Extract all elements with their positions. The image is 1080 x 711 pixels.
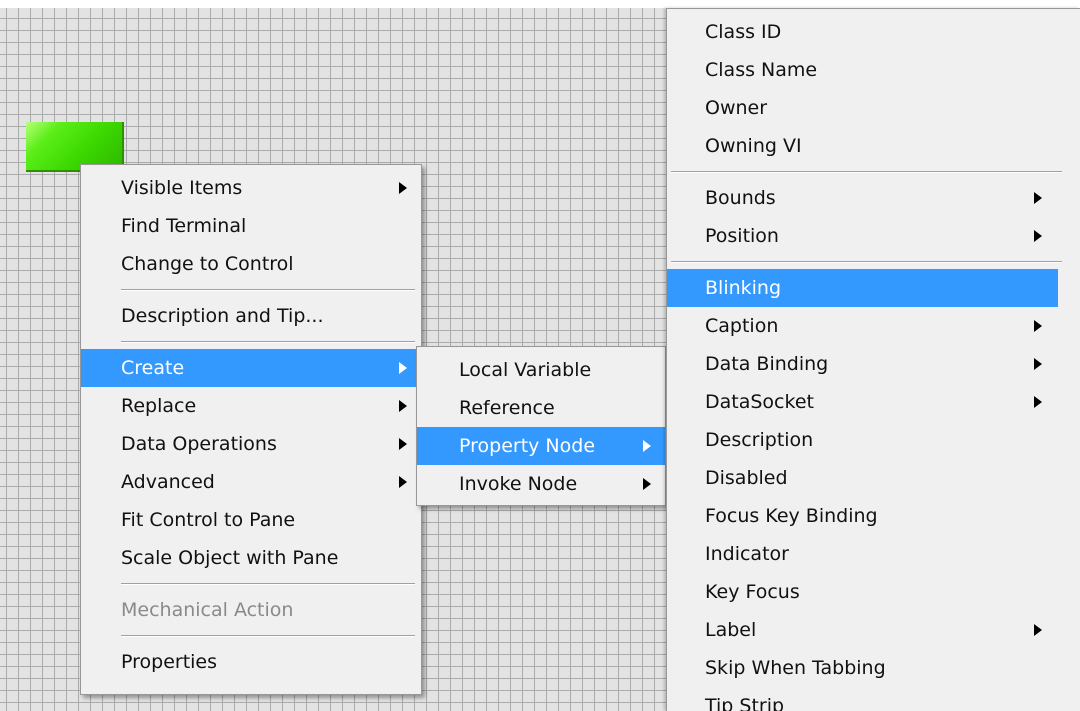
menu-item-focus-key-binding[interactable]: Focus Key Binding: [667, 497, 1080, 535]
menu-item-label: Local Variable: [459, 359, 592, 381]
submenu-arrow-icon: [399, 182, 407, 194]
submenu-arrow-icon: [643, 478, 651, 490]
menu-item-visible-items[interactable]: Visible Items: [81, 169, 421, 207]
menu-item-fit-control-to-pane[interactable]: Fit Control to Pane: [81, 501, 421, 539]
menu-item-description-and-tip[interactable]: Description and Tip...: [81, 297, 421, 335]
menu-item-label: Label: [705, 619, 757, 641]
menu-item-property-node[interactable]: Property Node: [417, 427, 665, 465]
menu-item-label: Caption: [705, 315, 779, 337]
menu-item-replace[interactable]: Replace: [81, 387, 421, 425]
menu-item-change-to-control[interactable]: Change to Control: [81, 245, 421, 283]
submenu-arrow-icon: [1034, 358, 1042, 370]
menu-item-label: Property Node: [459, 435, 596, 457]
submenu-arrow-icon: [1034, 192, 1042, 204]
menu-item-label: Class ID: [705, 21, 782, 43]
menu-item-reference[interactable]: Reference: [417, 389, 665, 427]
menu-separator: [667, 165, 1080, 179]
menu-item-label: Create: [121, 357, 185, 379]
submenu-arrow-icon: [1034, 396, 1042, 408]
menu-item-label: Properties: [121, 651, 218, 673]
create-submenu: Local Variable Reference Property Node I…: [416, 346, 666, 506]
menu-item-label: Indicator: [705, 543, 789, 565]
menu-item-label: Advanced: [121, 471, 215, 493]
top-strip: [0, 0, 1080, 8]
menu-item-label: Data Operations: [121, 433, 277, 455]
submenu-arrow-icon: [399, 476, 407, 488]
menu-item-label: Invoke Node: [459, 473, 578, 495]
submenu-arrow-icon: [643, 440, 651, 452]
menu-item-label: Mechanical Action: [121, 599, 294, 621]
menu-item-bounds[interactable]: Bounds: [667, 179, 1080, 217]
submenu-arrow-icon: [399, 362, 407, 374]
menu-item-label: Reference: [459, 397, 555, 419]
menu-item-label: Class Name: [705, 59, 818, 81]
menu-item-label: Description and Tip...: [121, 305, 324, 327]
menu-separator: [81, 335, 421, 349]
menu-item-label: Disabled: [705, 467, 788, 489]
menu-item-label: Position: [705, 225, 779, 247]
menu-item-label: Key Focus: [705, 581, 800, 603]
menu-separator: [81, 577, 421, 591]
menu-item-description[interactable]: Description: [667, 421, 1080, 459]
context-menu: Visible Items Find Terminal Change to Co…: [80, 164, 422, 695]
menu-separator: [81, 283, 421, 297]
menu-item-scale-object-with-pane[interactable]: Scale Object with Pane: [81, 539, 421, 577]
menu-item-label: DataSocket: [705, 391, 814, 413]
submenu-arrow-icon: [1034, 230, 1042, 242]
menu-item-label: Owner: [705, 97, 768, 119]
menu-item-local-variable[interactable]: Local Variable: [417, 351, 665, 389]
submenu-arrow-icon: [1034, 320, 1042, 332]
menu-item-label: Data Binding: [705, 353, 829, 375]
menu-item-label: Skip When Tabbing: [705, 657, 886, 679]
menu-item-label: Tip Strip: [705, 695, 785, 711]
submenu-arrow-icon: [399, 400, 407, 412]
property-node-submenu: Class ID Class Name Owner Owning VI Boun…: [666, 8, 1080, 711]
menu-item-skip-when-tabbing[interactable]: Skip When Tabbing: [667, 649, 1080, 687]
menu-item-owning-vi[interactable]: Owning VI: [667, 127, 1080, 165]
menu-item-tip-strip[interactable]: Tip Strip: [667, 687, 1080, 711]
menu-item-caption[interactable]: Caption: [667, 307, 1080, 345]
menu-item-advanced[interactable]: Advanced: [81, 463, 421, 501]
menu-item-position[interactable]: Position: [667, 217, 1080, 255]
menu-item-class-name[interactable]: Class Name: [667, 51, 1080, 89]
menu-separator: [81, 629, 421, 643]
menu-item-disabled[interactable]: Disabled: [667, 459, 1080, 497]
menu-item-find-terminal[interactable]: Find Terminal: [81, 207, 421, 245]
menu-item-label: Description: [705, 429, 814, 451]
menu-item-label: Visible Items: [121, 177, 243, 199]
menu-separator: [667, 255, 1080, 269]
menu-item-mechanical-action: Mechanical Action: [81, 591, 421, 629]
menu-item-key-focus[interactable]: Key Focus: [667, 573, 1080, 611]
menu-item-datasocket[interactable]: DataSocket: [667, 383, 1080, 421]
menu-item-label: Owning VI: [705, 135, 802, 157]
menu-item-label: Fit Control to Pane: [121, 509, 296, 531]
menu-item-properties[interactable]: Properties: [81, 643, 421, 681]
menu-item-label-property[interactable]: Label: [667, 611, 1080, 649]
submenu-arrow-icon: [1034, 624, 1042, 636]
menu-item-label: Change to Control: [121, 253, 294, 275]
menu-item-create[interactable]: Create: [81, 349, 421, 387]
submenu-arrow-icon: [399, 438, 407, 450]
menu-item-label: Scale Object with Pane: [121, 547, 339, 569]
menu-item-indicator[interactable]: Indicator: [667, 535, 1080, 573]
menu-item-data-operations[interactable]: Data Operations: [81, 425, 421, 463]
menu-item-label: Bounds: [705, 187, 776, 209]
menu-item-invoke-node[interactable]: Invoke Node: [417, 465, 665, 503]
menu-item-label: Find Terminal: [121, 215, 247, 237]
menu-item-data-binding[interactable]: Data Binding: [667, 345, 1080, 383]
menu-item-blinking[interactable]: Blinking: [667, 269, 1058, 307]
menu-item-label: Replace: [121, 395, 197, 417]
menu-item-class-id[interactable]: Class ID: [667, 13, 1080, 51]
menu-item-owner[interactable]: Owner: [667, 89, 1080, 127]
menu-item-label: Blinking: [705, 277, 782, 299]
menu-item-label: Focus Key Binding: [705, 505, 878, 527]
